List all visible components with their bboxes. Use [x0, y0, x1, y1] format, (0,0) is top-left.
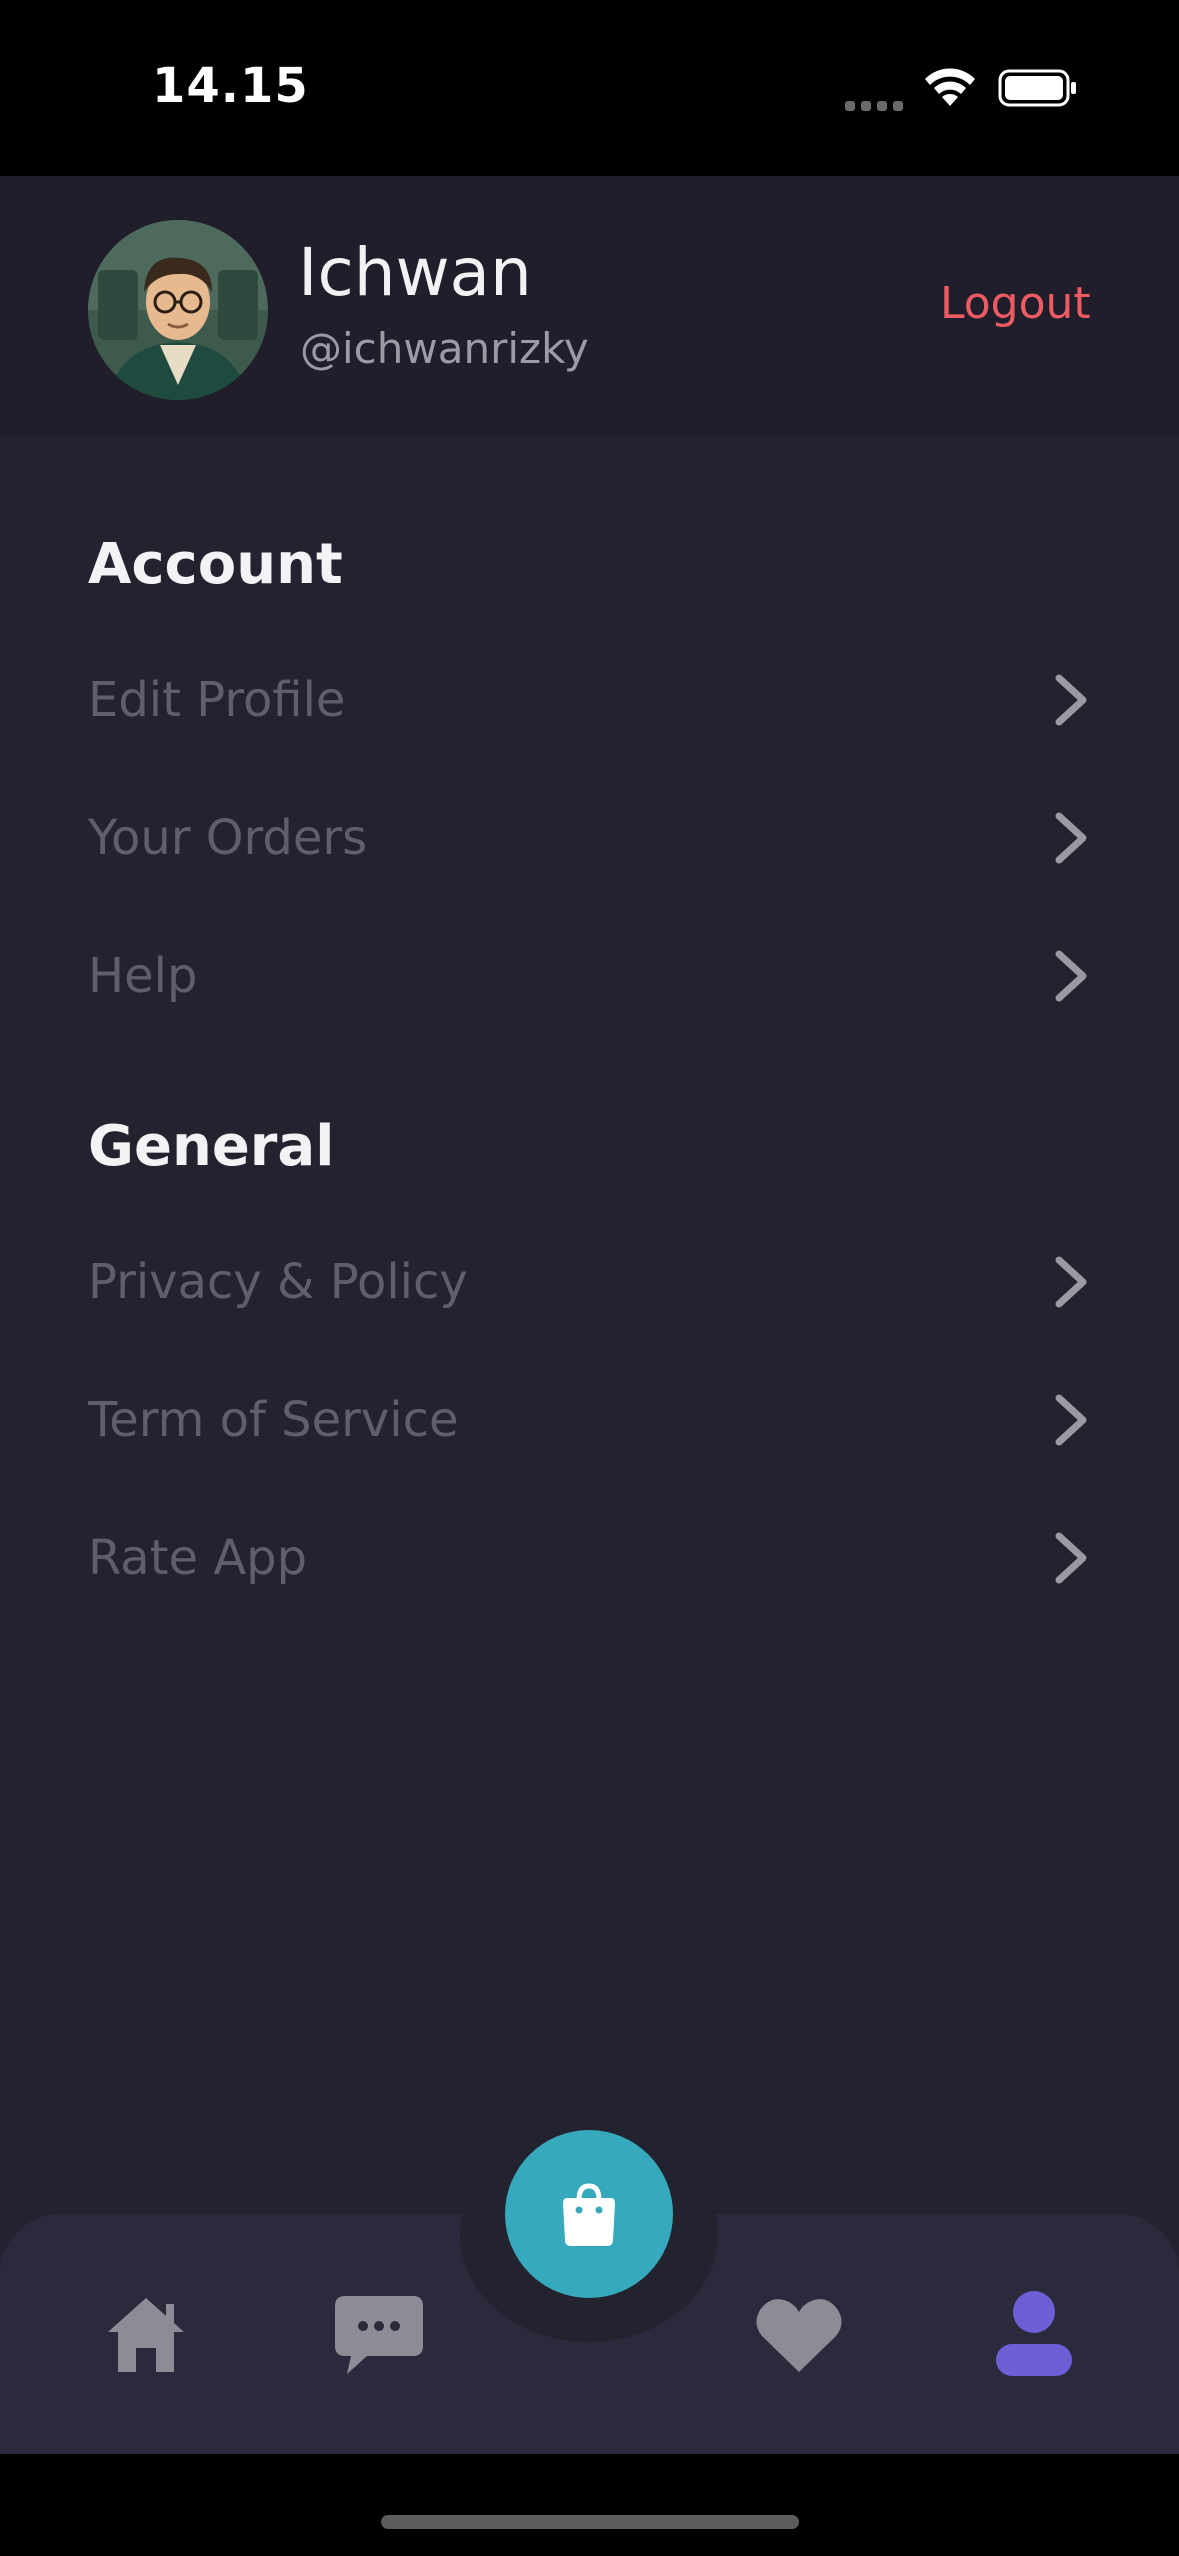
home-indicator-area: [0, 2454, 1179, 2556]
menu-item-rate-app[interactable]: Rate App: [88, 1498, 1091, 1618]
chevron-right-icon: [1055, 812, 1087, 864]
menu-item-label: Term of Service: [88, 1392, 459, 1448]
nav-profile[interactable]: [994, 2290, 1074, 2382]
battery-icon: [998, 68, 1076, 107]
profile-username: @ichwanrizky: [300, 324, 589, 373]
menu-item-privacy-policy[interactable]: Privacy & Policy: [88, 1222, 1091, 1342]
profile-header: Ichwan @ichwanrizky Logout: [0, 176, 1179, 438]
home-indicator[interactable]: [381, 2515, 799, 2529]
chevron-right-icon: [1055, 674, 1087, 726]
cart-button[interactable]: [505, 2130, 673, 2298]
status-time: 14.15: [152, 58, 309, 114]
status-bar: 14.15: [0, 0, 1179, 176]
heart-icon: [756, 2299, 842, 2372]
menu-item-edit-profile[interactable]: Edit Profile: [88, 640, 1091, 760]
menu-item-label: Your Orders: [88, 810, 368, 866]
profile-icon: [996, 2291, 1072, 2376]
general-section-title: General: [88, 1114, 335, 1179]
home-icon: [108, 2298, 184, 2372]
cellular-signal-icon: [845, 96, 909, 115]
chevron-right-icon: [1055, 1532, 1087, 1584]
nav-home[interactable]: [104, 2294, 188, 2378]
shopping-bag-icon: [563, 2183, 615, 2246]
menu-item-label: Edit Profile: [88, 672, 346, 728]
account-section-title: Account: [88, 532, 343, 597]
chevron-right-icon: [1055, 1256, 1087, 1308]
chevron-right-icon: [1055, 950, 1087, 1002]
wifi-icon: [922, 66, 978, 112]
chevron-right-icon: [1055, 1394, 1087, 1446]
menu-item-label: Rate App: [88, 1530, 308, 1586]
avatar[interactable]: [88, 220, 268, 400]
chat-icon: [335, 2296, 423, 2374]
nav-wishlist[interactable]: [754, 2296, 844, 2378]
nav-chat[interactable]: [333, 2294, 425, 2380]
menu-item-label: Privacy & Policy: [88, 1254, 468, 1310]
logout-button[interactable]: Logout: [940, 278, 1091, 329]
menu-item-label: Help: [88, 948, 198, 1004]
menu-item-your-orders[interactable]: Your Orders: [88, 778, 1091, 898]
menu-item-help[interactable]: Help: [88, 916, 1091, 1036]
menu-item-term-of-service[interactable]: Term of Service: [88, 1360, 1091, 1480]
profile-name: Ichwan: [298, 234, 532, 311]
